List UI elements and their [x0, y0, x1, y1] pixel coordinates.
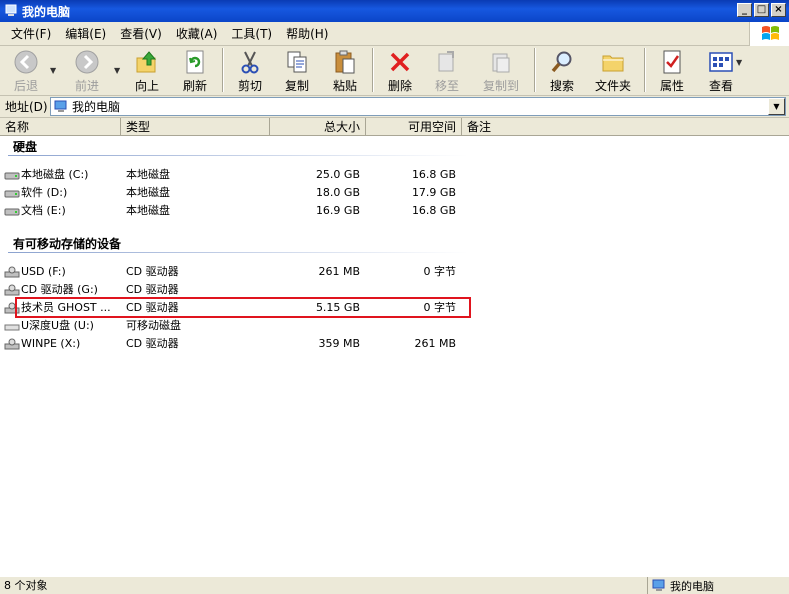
back-arrow-icon — [14, 50, 38, 74]
forward-dropdown-icon[interactable]: ▼ — [114, 66, 120, 75]
copy-icon — [287, 51, 307, 73]
refresh-icon — [186, 50, 204, 74]
windows-flag-icon — [762, 26, 779, 40]
toolbar-separator — [534, 48, 536, 92]
device-row[interactable]: U深度U盘 (U:) 可移动磁盘 — [0, 317, 789, 335]
column-header-type[interactable]: 类型 — [121, 118, 270, 136]
address-bar: 地址(D) 我的电脑 ▼ — [0, 96, 789, 118]
file-list: 硬盘 本地磁盘 (C:) 本地磁盘 25.0 GB 16.8 GB 软件 (D:… — [0, 136, 789, 576]
view-dropdown-icon[interactable]: ▼ — [736, 58, 742, 67]
address-value: 我的电脑 — [72, 100, 121, 114]
search-button[interactable]: 搜索 — [540, 48, 584, 94]
copy-button[interactable]: 复制 — [274, 48, 320, 94]
back-button[interactable]: 后退 ▼ — [4, 48, 56, 94]
menu-edit[interactable]: 编辑(E) — [58, 24, 113, 44]
menu-file[interactable]: 文件(F) — [4, 24, 58, 44]
group-header-removable: 有可移动存储的设备 — [13, 237, 122, 251]
refresh-button[interactable]: 刷新 — [172, 48, 218, 94]
view-grid-icon — [709, 52, 733, 72]
drive-row[interactable]: 软件 (D:) 本地磁盘 18.0 GB 17.9 GB — [0, 184, 789, 202]
group-divider — [8, 252, 468, 253]
address-input[interactable]: 我的电脑 ▼ — [50, 97, 786, 116]
cd-drive-icon — [4, 284, 20, 296]
paste-icon — [335, 50, 355, 74]
status-location: 我的电脑 — [648, 577, 714, 594]
column-header-name[interactable]: 名称 — [0, 118, 121, 136]
folder-up-icon — [136, 51, 157, 73]
status-bar: 8 个对象 我的电脑 — [0, 576, 789, 594]
menu-tools[interactable]: 工具(T) — [224, 24, 279, 44]
delete-x-icon — [390, 52, 410, 72]
toolbar: 后退 ▼ 前进 ▼ 向上 刷新 剪切 复制 粘贴 删除 移至 复制到 搜索 文件… — [0, 46, 789, 96]
toolbar-separator — [222, 48, 224, 92]
my-computer-icon — [652, 579, 665, 591]
windows-logo — [749, 22, 789, 46]
cut-button[interactable]: 剪切 — [228, 48, 272, 94]
copy-to-button[interactable]: 复制到 — [472, 48, 530, 94]
search-magnifier-icon — [551, 51, 572, 73]
device-row[interactable]: USD (F:) CD 驱动器 261 MB 0 字节 — [0, 263, 789, 281]
up-button[interactable]: 向上 — [124, 48, 170, 94]
device-row[interactable]: WINPE (X:) CD 驱动器 359 MB 261 MB — [0, 335, 789, 353]
back-dropdown-icon[interactable]: ▼ — [50, 66, 56, 75]
window-title: 我的电脑 — [22, 4, 71, 19]
menu-bar: 文件(F) 编辑(E) 查看(V) 收藏(A) 工具(T) 帮助(H) — [0, 22, 789, 46]
cd-drive-icon — [4, 266, 20, 278]
toolbar-separator — [372, 48, 374, 92]
copy-to-icon — [492, 53, 510, 73]
toolbar-separator — [644, 48, 646, 92]
hard-disk-icon — [4, 190, 20, 198]
highlight-annotation — [15, 297, 471, 318]
forward-button[interactable]: 前进 ▼ — [62, 48, 120, 94]
forward-arrow-icon — [75, 50, 99, 74]
hard-disk-icon — [4, 208, 20, 216]
hard-disk-icon — [4, 172, 20, 180]
minimize-button[interactable]: _ — [737, 3, 752, 17]
close-button[interactable]: × — [771, 3, 786, 17]
drive-row[interactable]: 本地磁盘 (C:) 本地磁盘 25.0 GB 16.8 GB — [0, 166, 789, 184]
menu-help[interactable]: 帮助(H) — [279, 24, 335, 44]
address-label: 地址(D) — [5, 100, 48, 114]
folder-icon — [602, 55, 624, 72]
properties-button[interactable]: 属性 — [650, 48, 694, 94]
title-bar: 我的电脑 _ □ × — [0, 0, 789, 22]
menu-favorites[interactable]: 收藏(A) — [169, 24, 225, 44]
status-object-count: 8 个对象 — [0, 577, 648, 594]
column-header-free[interactable]: 可用空间 — [366, 118, 462, 136]
group-header-hard-disks: 硬盘 — [13, 140, 38, 154]
drive-row[interactable]: 文档 (E:) 本地磁盘 16.9 GB 16.8 GB — [0, 202, 789, 220]
group-divider — [8, 155, 468, 156]
address-dropdown-icon[interactable]: ▼ — [768, 98, 785, 115]
column-headers: 名称 类型 总大小 可用空间 备注 — [0, 118, 789, 136]
scissors-icon — [241, 51, 259, 74]
properties-check-icon — [663, 50, 681, 74]
move-to-icon — [438, 51, 454, 72]
my-computer-icon — [5, 4, 17, 16]
my-computer-icon — [54, 100, 67, 112]
move-to-button[interactable]: 移至 — [424, 48, 470, 94]
maximize-button[interactable]: □ — [754, 3, 769, 17]
folders-button[interactable]: 文件夹 — [586, 48, 640, 94]
delete-button[interactable]: 删除 — [378, 48, 422, 94]
view-button[interactable]: 查看 ▼ — [696, 48, 746, 94]
paste-button[interactable]: 粘贴 — [322, 48, 368, 94]
column-header-total[interactable]: 总大小 — [270, 118, 366, 136]
cd-drive-icon — [4, 338, 20, 350]
column-header-comment[interactable]: 备注 — [462, 118, 789, 136]
usb-drive-icon — [4, 324, 20, 331]
menu-view[interactable]: 查看(V) — [113, 24, 169, 44]
status-location-label: 我的电脑 — [670, 579, 714, 593]
